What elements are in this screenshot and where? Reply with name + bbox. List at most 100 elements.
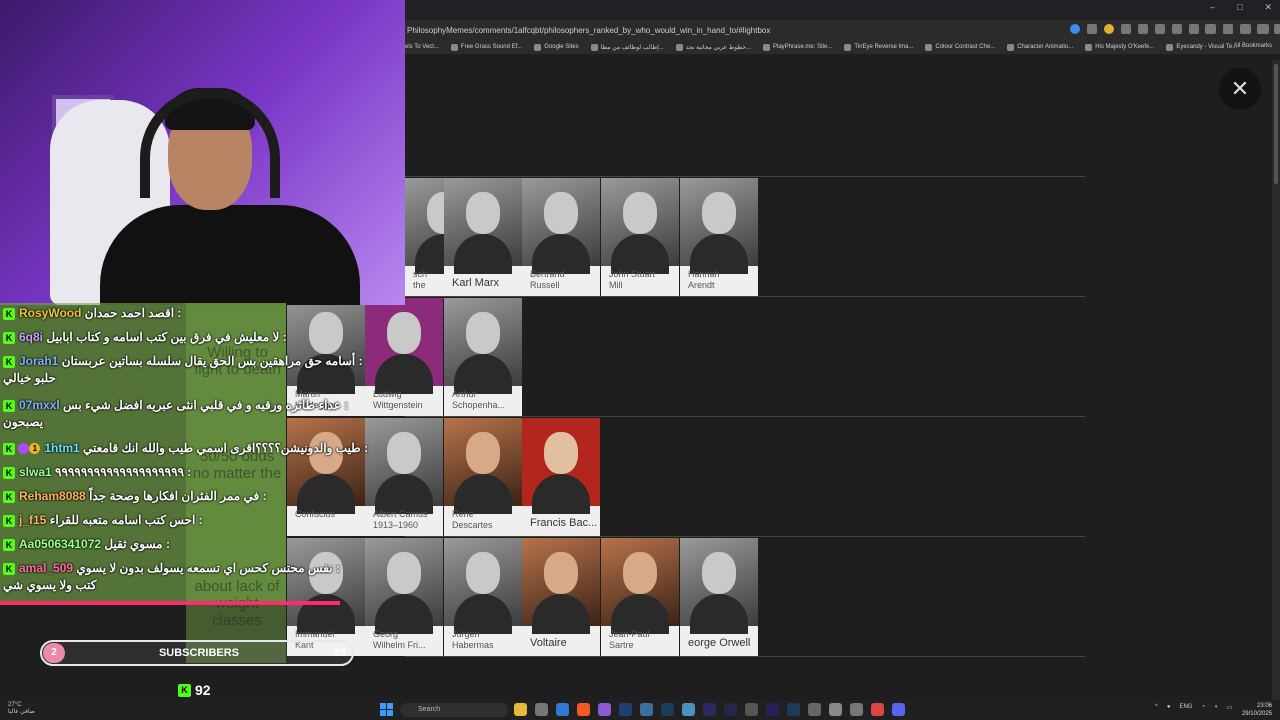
app-icon[interactable] (808, 703, 821, 716)
philosopher-name: Bertrand Russell (530, 269, 565, 290)
chat-username[interactable]: RosyWood (19, 306, 81, 320)
discord-icon[interactable] (892, 703, 905, 716)
bookmark-item[interactable]: Free Grass Sound Ef... (450, 43, 522, 51)
chat-username[interactable]: j_f15 (19, 513, 46, 527)
extension-icon[interactable] (1070, 24, 1080, 34)
extension-icon[interactable] (1223, 24, 1233, 34)
bookmark-item[interactable]: PlayPhrase.me: Site... (762, 43, 832, 51)
extension-icon[interactable] (1274, 24, 1280, 34)
weather-widget[interactable]: 27°C صافي غالبا (8, 702, 35, 716)
philosopher-portrait (365, 538, 443, 634)
bookmark-item[interactable]: خطوط عربي مجانية نجد... (675, 43, 751, 51)
chat-message: Kj_f15 احس كتب اسامه متعبه للقراء : (3, 512, 325, 529)
app-icon[interactable] (745, 703, 758, 716)
philosopher-name: Jean-Paul Sartre (609, 629, 650, 650)
kick-badge-icon: K (3, 514, 15, 527)
chat-username[interactable]: Reham8088 (19, 489, 86, 503)
chat-username[interactable]: 6q8i (19, 330, 43, 344)
taskbar-apps (514, 703, 905, 716)
app-icon[interactable] (640, 703, 653, 716)
language-indicator[interactable]: ENG (1179, 704, 1192, 711)
chrome-icon[interactable] (871, 703, 884, 716)
audition-icon[interactable] (787, 703, 800, 716)
chat-username[interactable]: Aa0506341072 (19, 537, 101, 551)
philosopher-portrait (444, 418, 522, 514)
extension-icon[interactable] (1189, 24, 1199, 34)
bookmark-item[interactable]: Character Animatio... (1007, 43, 1073, 51)
philosopher-portrait (365, 418, 443, 514)
file-explorer-icon[interactable] (514, 703, 527, 716)
page-scrollbar[interactable] (1272, 60, 1280, 700)
philosopher-name: Jürgen Habermas (452, 629, 494, 650)
extension-icon[interactable] (1121, 24, 1131, 34)
bookmark-item[interactable]: Google Sites (534, 43, 579, 51)
media-encoder-icon[interactable] (724, 703, 737, 716)
extension-icon[interactable] (1206, 24, 1216, 34)
audition-icon[interactable] (661, 703, 674, 716)
weather-temp: 27°C (8, 702, 22, 708)
extension-icon[interactable] (1155, 24, 1165, 34)
bookmark-favicon-icon (534, 43, 542, 51)
close-lightbox-button[interactable]: ✕ (1219, 68, 1261, 110)
app-icon[interactable] (682, 703, 695, 716)
bookmark-item[interactable]: His Majesty O'Keefe... (1085, 43, 1154, 51)
chat-username[interactable]: amal_509 (19, 561, 73, 575)
bookmark-item[interactable]: Colour Contrast Che... (925, 43, 995, 51)
tier-divider (405, 416, 1085, 417)
chat-username[interactable]: 1htm1 (44, 441, 79, 455)
bookmark-label: els To Vect... (405, 44, 439, 50)
tray-chevron-icon[interactable]: ^ (1155, 704, 1158, 711)
philosopher-card: Immanuel Kant (287, 538, 365, 656)
photoshop-icon[interactable] (619, 703, 632, 716)
scrollbar-thumb[interactable] (1274, 64, 1278, 184)
chat-username[interactable]: slwa1 (19, 465, 52, 479)
philosopher-portrait (680, 178, 758, 274)
windows-taskbar: 27°C صافي غالبا Search ^ ● ENG ◔ ◖ ▭ 23:… (0, 700, 1280, 720)
after-effects-icon[interactable] (703, 703, 716, 716)
philosopher-name: Arthur Schopenha... (452, 389, 506, 410)
bookmark-item[interactable]: els To Vect... (405, 44, 439, 50)
visual-studio-icon[interactable] (598, 703, 611, 716)
wifi-icon[interactable]: ◔ (1201, 704, 1205, 711)
bookmark-item[interactable]: TinEye Reverse Ima... (844, 43, 913, 51)
extension-icon[interactable] (1138, 24, 1148, 34)
streamer-shirt (100, 205, 360, 305)
bookmark-item[interactable]: إطالب لوظائف من مطا... (590, 43, 664, 51)
philosopher-card: Bertrand Russell (522, 178, 600, 296)
premiere-icon[interactable] (766, 703, 779, 716)
battery-icon[interactable]: ▭ (1227, 704, 1233, 711)
tray-app-icon[interactable]: ● (1167, 704, 1171, 711)
bookmarks-bar: els To Vect... Free Grass Sound Ef... Go… (405, 40, 1280, 54)
extension-icon[interactable] (1172, 24, 1182, 34)
extension-icon[interactable] (1087, 24, 1097, 34)
clock-date: 29/10/2025 (1241, 711, 1272, 717)
vscode-icon[interactable] (556, 703, 569, 716)
close-window-button[interactable]: ✕ (1264, 2, 1272, 13)
volume-icon[interactable]: ◖ (1214, 704, 1218, 711)
clock[interactable]: 23:06 29/10/2025 (1242, 702, 1272, 718)
chat-username[interactable]: Jorah1 (19, 354, 58, 368)
kick-badge-icon: K (3, 490, 15, 503)
extension-icon[interactable] (1240, 24, 1250, 34)
kick-logo-icon: K (178, 683, 191, 697)
chat-text: عداء طائره ورقيه و في قلبي انثى عبريه اف… (63, 398, 349, 412)
chat-text: احس كتب اسامه متعبه للقراء : (49, 513, 203, 527)
philosopher-portrait (365, 298, 443, 394)
brave-icon[interactable] (577, 703, 590, 716)
philosopher-card: Ludwig Wittgenstein (365, 298, 443, 416)
url-text[interactable]: PhilosophyMemes/comments/1alfcqbt/philos… (405, 26, 770, 35)
taskbar-search[interactable]: Search (400, 703, 508, 717)
app-icon[interactable] (850, 703, 863, 716)
app-icon[interactable] (829, 703, 842, 716)
minimize-button[interactable]: – (1210, 2, 1215, 13)
extension-icon[interactable] (1257, 24, 1267, 34)
maximize-button[interactable]: □ (1237, 2, 1242, 13)
gifter-badge-icon: 1 (29, 443, 41, 455)
start-button-icon[interactable] (380, 703, 393, 716)
kick-badge-icon: K (3, 307, 15, 320)
bookmark-item[interactable]: Eyecandy - Visual Te... (1166, 43, 1237, 51)
chat-username[interactable]: 07mxxl (19, 398, 60, 412)
calculator-icon[interactable] (535, 703, 548, 716)
all-bookmarks-button[interactable]: All Bookmarks (1234, 43, 1272, 49)
extension-icon[interactable] (1104, 24, 1114, 34)
